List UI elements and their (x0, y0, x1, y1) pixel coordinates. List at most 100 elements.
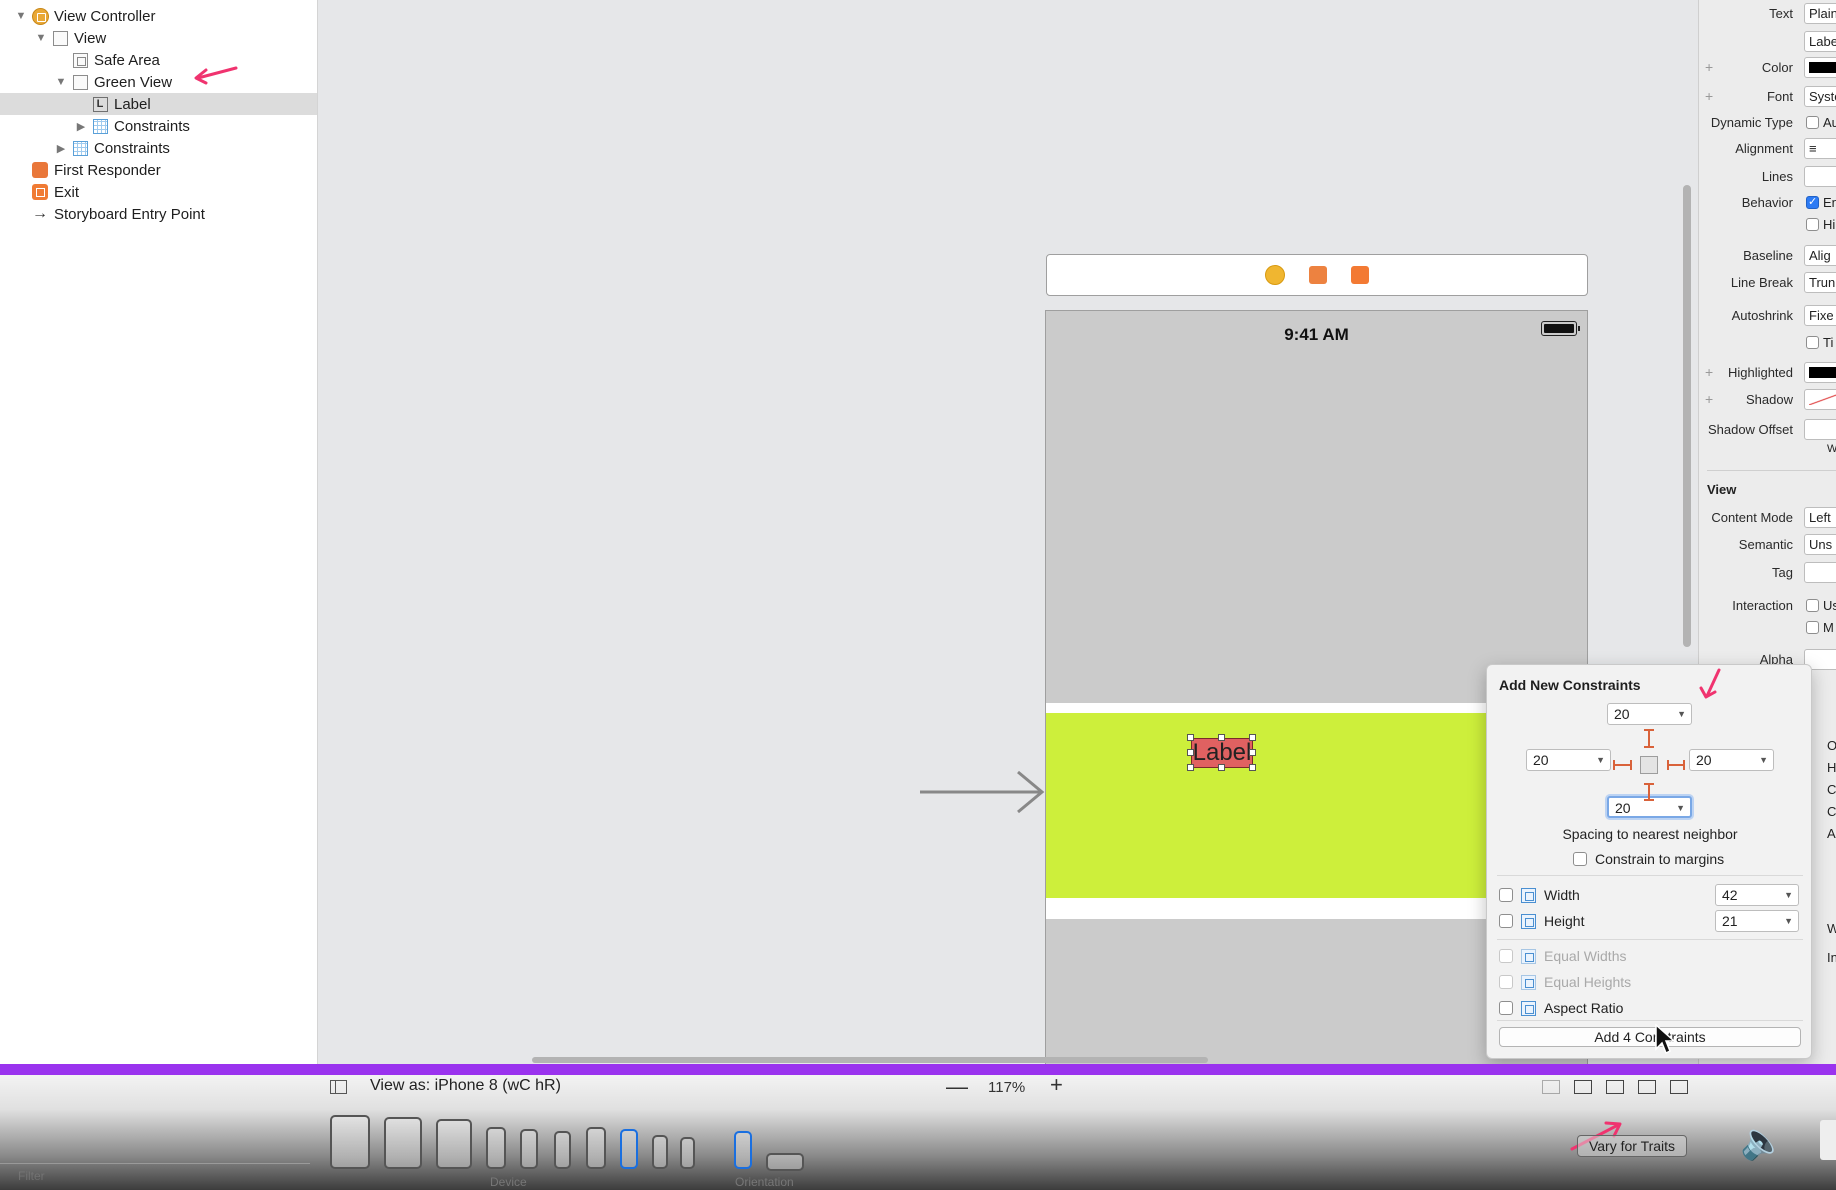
right-spacing-field[interactable]: 20 ▼ (1689, 749, 1774, 771)
font-field[interactable]: System (1804, 85, 1836, 107)
left-strut-cap[interactable] (1630, 760, 1632, 770)
disclosure-collapsed-icon[interactable]: ▶ (54, 141, 68, 155)
plus-icon[interactable]: + (1705, 88, 1713, 104)
orientation-portrait-icon[interactable] (734, 1131, 752, 1169)
horizontal-scrollbar[interactable] (532, 1057, 1208, 1063)
right-strut-cap[interactable] (1683, 760, 1685, 770)
width-value-field[interactable]: 42 ▼ (1715, 884, 1799, 906)
zoom-in-button[interactable]: + (1050, 1072, 1063, 1098)
enabled-checkbox[interactable] (1806, 195, 1819, 209)
device-iphone-x2-icon[interactable] (586, 1127, 606, 1169)
line-break-popup[interactable]: Trun (1804, 271, 1836, 293)
height-row[interactable]: Height (1499, 913, 1584, 929)
resize-handle[interactable] (1187, 764, 1194, 771)
plus-icon[interactable]: + (1705, 364, 1713, 380)
constrain-to-margins-checkbox[interactable] (1573, 852, 1587, 866)
disclosure-expanded-icon[interactable]: ▼ (34, 31, 48, 45)
left-strut[interactable] (1613, 764, 1631, 766)
top-spacing-field[interactable]: 20 ▼ (1607, 703, 1692, 725)
align-icon[interactable] (1606, 1080, 1624, 1094)
first-responder-icon[interactable] (1309, 266, 1327, 284)
aspect-ratio-row[interactable]: Aspect Ratio (1499, 1000, 1623, 1016)
plus-icon[interactable]: + (1705, 59, 1713, 75)
resize-handle[interactable] (1187, 749, 1194, 756)
top-strut-cap[interactable] (1644, 746, 1654, 748)
dropdown-arrow-icon[interactable]: ▼ (1759, 750, 1768, 770)
lines-field[interactable] (1804, 165, 1836, 187)
resize-handle[interactable] (1218, 764, 1225, 771)
resolve-auto-layout-issues-icon[interactable] (1670, 1080, 1688, 1094)
entry-point-arrow-icon[interactable] (918, 770, 1048, 814)
outline-item-safe-area[interactable]: Safe Area (0, 49, 317, 71)
outline-item-view-controller[interactable]: ▼ View Controller (0, 5, 317, 27)
dropdown-arrow-icon[interactable]: ▼ (1784, 911, 1793, 931)
outline-item-exit[interactable]: Exit (0, 181, 317, 203)
dropdown-arrow-icon[interactable]: ▼ (1596, 750, 1605, 770)
add-new-constraints-popover[interactable]: Add New Constraints 20 ▼ 20 ▼ 20 ▼ 20 ▼ … (1486, 664, 1812, 1059)
vary-for-traits-button[interactable]: Vary for Traits (1577, 1135, 1687, 1157)
orientation-landscape-icon[interactable] (766, 1153, 804, 1171)
dynamic-type-checkbox[interactable] (1806, 115, 1819, 129)
disclosure-expanded-icon[interactable]: ▼ (14, 9, 28, 23)
baseline-popup[interactable]: Alig (1804, 244, 1836, 266)
device-iphone-4s-icon[interactable] (680, 1137, 695, 1169)
top-strut[interactable] (1648, 729, 1650, 747)
constrain-to-margins-row[interactable]: Constrain to margins (1573, 851, 1724, 867)
resize-handle[interactable] (1187, 734, 1194, 741)
plus-icon[interactable]: + (1705, 391, 1713, 407)
device-iphone-8-plus-icon[interactable] (520, 1129, 538, 1169)
outline-item-constraints-outer[interactable]: ▶ Constraints (0, 137, 317, 159)
user-interaction-checkbox[interactable] (1806, 598, 1819, 612)
height-checkbox[interactable] (1499, 914, 1513, 928)
shadow-color-swatch[interactable] (1804, 388, 1836, 410)
autoshrink-popup[interactable]: Fixe (1804, 304, 1836, 326)
disclosure-collapsed-icon[interactable]: ▶ (74, 119, 88, 133)
device-ipad-pro-10-icon[interactable] (384, 1117, 422, 1169)
width-row[interactable]: Width (1499, 887, 1580, 903)
outline-item-green-view[interactable]: ▼ Green View (0, 71, 317, 93)
view-as-device[interactable]: View as: iPhone 8 (wC hR) (370, 1077, 561, 1095)
text-value-field[interactable]: Label (1804, 30, 1836, 52)
resize-handle[interactable] (1218, 734, 1225, 741)
text-type-popup[interactable]: Plain (1804, 2, 1836, 24)
exit-icon[interactable] (1351, 266, 1369, 284)
disclosure-expanded-icon[interactable]: ▼ (54, 75, 68, 89)
outline-item-view[interactable]: ▼ View (0, 27, 317, 49)
tag-field[interactable] (1804, 561, 1836, 583)
zoom-out-button[interactable]: — (946, 1074, 968, 1100)
update-frames-icon[interactable] (1542, 1080, 1560, 1094)
multiple-touch-checkbox[interactable] (1806, 620, 1819, 634)
width-checkbox[interactable] (1499, 888, 1513, 902)
outline-item-first-responder[interactable]: First Responder (0, 159, 317, 181)
outline-filter-field[interactable]: Filter (0, 1163, 310, 1187)
content-mode-popup[interactable]: Left (1804, 506, 1836, 528)
height-value-field[interactable]: 21 ▼ (1715, 910, 1799, 932)
add-new-constraints-icon[interactable] (1638, 1080, 1656, 1094)
device-iphone-x-icon[interactable] (486, 1127, 506, 1169)
document-outline-toggle-icon[interactable] (330, 1080, 347, 1094)
device-iphone-8p-icon[interactable] (554, 1131, 571, 1169)
outline-item-storyboard-entry-point[interactable]: → Storyboard Entry Point (0, 203, 317, 225)
alignment-left-icon[interactable]: ≡ (1804, 137, 1836, 159)
tighten-checkbox[interactable] (1806, 335, 1819, 349)
dropdown-arrow-icon[interactable]: ▼ (1677, 704, 1686, 724)
device-ipad-icon[interactable] (436, 1119, 472, 1169)
view-controller-icon[interactable] (1265, 265, 1285, 285)
vertical-scrollbar[interactable] (1683, 185, 1691, 647)
outline-item-label-selected[interactable]: L Label (0, 93, 317, 115)
menu-icon[interactable] (1820, 1120, 1836, 1160)
resize-handle[interactable] (1249, 764, 1256, 771)
add-constraints-button[interactable]: Add 4 Constraints (1499, 1027, 1801, 1047)
highlighted-checkbox[interactable] (1806, 217, 1819, 231)
aspect-ratio-checkbox[interactable] (1499, 1001, 1513, 1015)
embed-in-stack-icon[interactable] (1574, 1080, 1592, 1094)
bottom-strut-cap[interactable] (1644, 799, 1654, 801)
resize-handle[interactable] (1249, 749, 1256, 756)
left-spacing-field[interactable]: 20 ▼ (1526, 749, 1611, 771)
device-iphone-se-icon[interactable] (652, 1135, 668, 1169)
device-ipad-pro-12-icon[interactable] (330, 1115, 370, 1169)
resize-handle[interactable] (1249, 734, 1256, 741)
color-swatch[interactable] (1804, 56, 1836, 78)
device-iphone-8-icon[interactable] (620, 1129, 638, 1169)
dropdown-arrow-icon[interactable]: ▼ (1784, 885, 1793, 905)
